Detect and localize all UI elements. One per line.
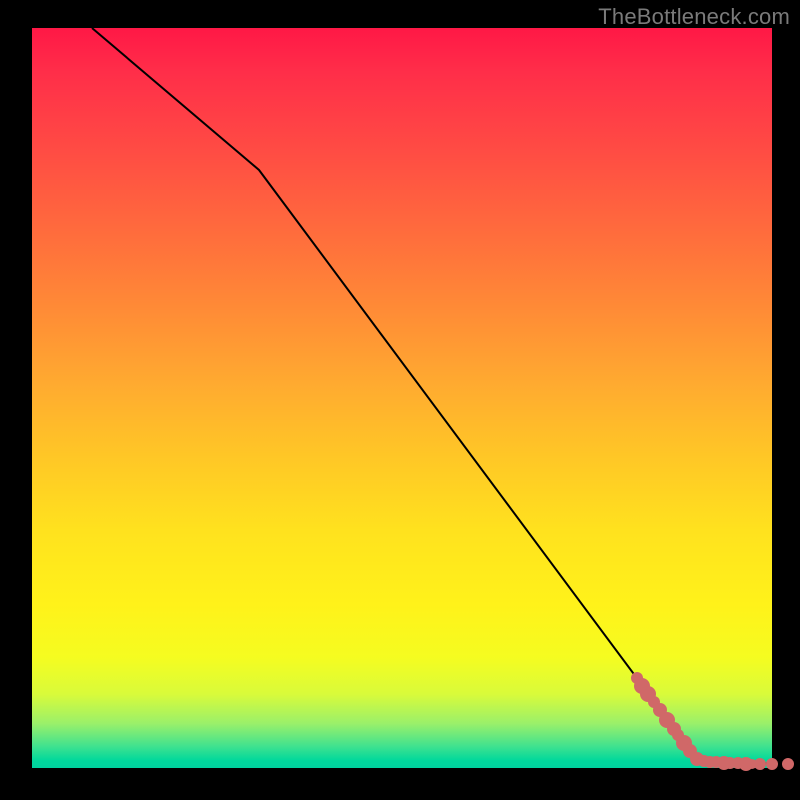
- scatter-dot: [782, 758, 794, 770]
- scatter-group: [631, 672, 794, 771]
- scatter-dot: [766, 758, 778, 770]
- plot-area: [32, 28, 772, 768]
- chart-root: TheBottleneck.com: [0, 0, 800, 800]
- scatter-dot: [754, 758, 766, 770]
- chart-svg: [32, 28, 772, 768]
- watermark-text: TheBottleneck.com: [598, 4, 790, 30]
- curve-line: [92, 28, 772, 764]
